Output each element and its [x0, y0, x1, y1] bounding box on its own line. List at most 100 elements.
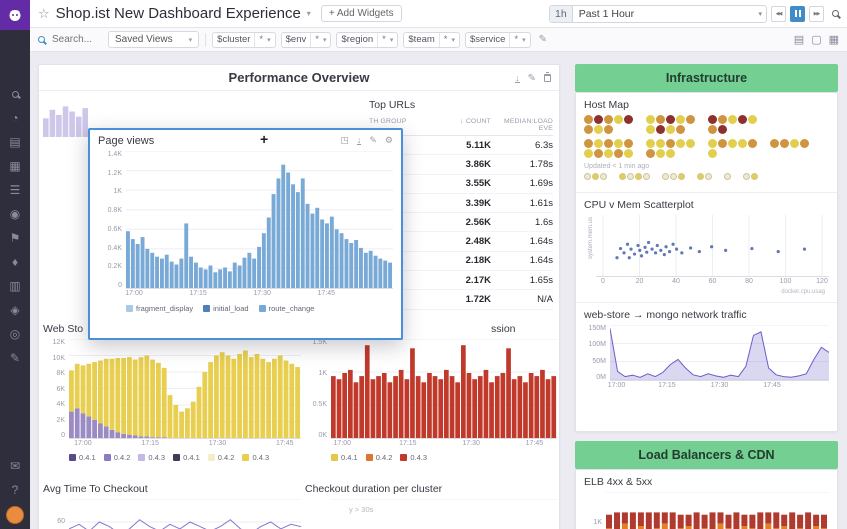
avg-checkout-chart[interactable] [69, 499, 301, 529]
host-cluster[interactable] [770, 139, 809, 148]
legend-item[interactable]: 0.4.1 [69, 453, 96, 462]
legend-item[interactable]: 0.4.2 [104, 453, 131, 462]
host-dot[interactable] [584, 149, 593, 158]
host-dot[interactable] [743, 173, 750, 180]
search-input[interactable] [50, 33, 102, 46]
security-icon[interactable]: ◈ [0, 298, 30, 322]
edit-icon[interactable]: ✎ [369, 135, 377, 146]
trash-icon[interactable] [544, 74, 551, 82]
host-dot[interactable] [643, 173, 650, 180]
fullscreen-icon[interactable]: ▢ [811, 33, 821, 46]
host-dot[interactable] [728, 115, 737, 124]
host-dot[interactable] [624, 139, 633, 148]
synthetics-icon[interactable]: ◎ [0, 322, 30, 346]
infrastructure-section-header[interactable]: Infrastructure [575, 64, 838, 92]
legend-item[interactable]: 0.4.2 [366, 453, 393, 462]
host-dot[interactable] [604, 125, 613, 134]
host-dot[interactable] [708, 139, 717, 148]
backward-button[interactable]: ◀◀ [771, 6, 786, 22]
host-dot[interactable] [676, 115, 685, 124]
mongo-traffic-chart[interactable] [610, 325, 829, 381]
host-dot[interactable] [748, 139, 757, 148]
traces-icon[interactable]: ♦ [0, 250, 30, 274]
web-store-chart[interactable] [69, 339, 301, 439]
host-dot[interactable] [708, 125, 717, 134]
host-dot[interactable] [697, 173, 704, 180]
variable-value[interactable]: *▾ [510, 34, 529, 45]
metrics-icon[interactable]: ◉ [0, 202, 30, 226]
host-dot[interactable] [666, 125, 675, 134]
host-dot[interactable] [627, 173, 634, 180]
host-dot[interactable] [666, 115, 675, 124]
host-cluster[interactable] [697, 173, 712, 180]
infrastructure-icon[interactable]: ▤ [0, 130, 30, 154]
host-dot[interactable] [670, 173, 677, 180]
host-dot[interactable] [656, 149, 665, 158]
host-cluster[interactable] [724, 173, 731, 180]
tv-mode-icon[interactable]: ▤ [794, 33, 804, 46]
host-dot[interactable] [678, 173, 685, 180]
host-dot[interactable] [646, 115, 655, 124]
host-cluster[interactable] [584, 115, 634, 134]
legend-item[interactable]: 0.4.3 [242, 453, 269, 462]
host-dot[interactable] [790, 139, 799, 148]
host-dot[interactable] [594, 149, 603, 158]
host-dot[interactable] [705, 173, 712, 180]
host-cluster[interactable] [662, 173, 685, 180]
host-cluster[interactable] [708, 115, 758, 134]
host-dot[interactable] [604, 139, 613, 148]
host-dot[interactable] [656, 115, 665, 124]
template-variable[interactable]: $service*▾ [465, 32, 531, 48]
host-dot[interactable] [708, 115, 717, 124]
host-dot[interactable] [708, 149, 717, 158]
template-variable[interactable]: $cluster*▾ [212, 32, 275, 48]
checkout-duration-chart[interactable] [331, 499, 557, 529]
host-dot[interactable] [738, 115, 747, 124]
host-dot[interactable] [686, 139, 695, 148]
grid-layout-icon[interactable]: ▦ [829, 33, 839, 46]
column-median[interactable]: MEDIAN:LOAD EVE [491, 118, 553, 132]
host-dot[interactable] [780, 139, 789, 148]
host-map-icon[interactable]: ▦ [0, 154, 30, 178]
template-variable[interactable]: $team*▾ [403, 32, 460, 48]
user-avatar[interactable] [6, 506, 24, 524]
host-dot[interactable] [676, 139, 685, 148]
variable-value[interactable]: *▾ [378, 34, 397, 45]
expand-icon[interactable]: ◳ [340, 135, 349, 146]
add-widgets-button[interactable]: + Add Widgets [321, 5, 402, 22]
host-cluster[interactable] [708, 139, 758, 158]
host-dot[interactable] [718, 139, 727, 148]
logs-icon[interactable]: ▥ [0, 274, 30, 298]
host-dot[interactable] [676, 125, 685, 134]
host-dot[interactable] [594, 139, 603, 148]
host-map[interactable] [584, 115, 829, 158]
host-dot[interactable] [584, 115, 593, 124]
host-dot[interactable] [594, 125, 603, 134]
chat-icon[interactable]: ✉ [10, 454, 20, 478]
legend-item[interactable]: route_change [259, 304, 315, 313]
datadog-logo[interactable] [0, 0, 30, 30]
host-dot[interactable] [624, 149, 633, 158]
edit-variables-icon[interactable]: ✎ [539, 34, 547, 45]
host-dot[interactable] [751, 173, 758, 180]
legend-item[interactable]: 0.4.2 [208, 453, 235, 462]
host-dot[interactable] [584, 125, 593, 134]
host-dot[interactable] [604, 115, 613, 124]
legend-item[interactable]: 0.4.3 [400, 453, 427, 462]
saved-views-dropdown[interactable]: Saved Views ▾ [108, 31, 199, 48]
host-cluster[interactable] [646, 115, 696, 134]
host-dot[interactable] [666, 139, 675, 148]
host-dot[interactable] [738, 139, 747, 148]
variable-value[interactable]: *▾ [255, 34, 274, 45]
page-views-overlay-widget[interactable]: Page views + ◳ ↓ ✎ ⚙ 1.4K1.2K1K0.8K0.6K0… [88, 128, 403, 340]
host-dot[interactable] [646, 139, 655, 148]
host-dot[interactable] [584, 139, 593, 148]
gear-icon[interactable]: ⚙ [385, 135, 393, 146]
edit-icon[interactable]: ✎ [528, 73, 536, 84]
host-dot[interactable] [584, 173, 591, 180]
page-views-chart[interactable] [126, 151, 393, 289]
host-dot[interactable] [662, 173, 669, 180]
search-icon[interactable] [832, 10, 839, 17]
watchdog-icon[interactable]: ◔ [0, 106, 30, 130]
host-cluster[interactable] [584, 139, 634, 158]
